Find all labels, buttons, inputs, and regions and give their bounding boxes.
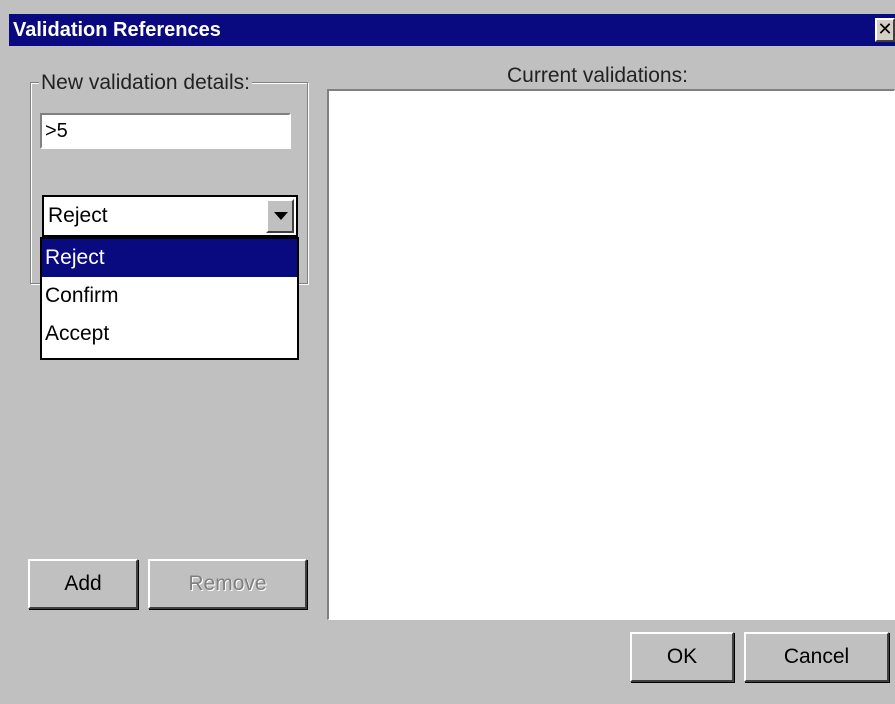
close-button[interactable]: ✕ [875, 18, 895, 42]
validation-expression-input[interactable] [40, 113, 291, 149]
current-validations-label: Current validations: [507, 64, 688, 87]
action-dropdown-list: Reject Confirm Accept [40, 237, 299, 360]
remove-button[interactable]: Remove [148, 559, 307, 609]
chevron-down-icon [274, 212, 288, 220]
action-select-toggle[interactable] [266, 199, 294, 233]
action-select-value: Reject [48, 204, 108, 227]
window-title: Validation References [13, 19, 221, 41]
cancel-button[interactable]: Cancel [744, 632, 889, 682]
close-icon: ✕ [877, 19, 893, 39]
dialog-body: New validation details: Reject Reject Co… [9, 47, 895, 704]
validation-references-dialog: Validation References ✕ New validation d… [0, 0, 895, 704]
action-select[interactable]: Reject [42, 195, 298, 237]
ok-button[interactable]: OK [630, 632, 734, 682]
add-button[interactable]: Add [28, 559, 138, 609]
dropdown-option-reject[interactable]: Reject [42, 239, 297, 277]
current-validations-list[interactable] [327, 89, 895, 620]
new-validation-legend: New validation details: [39, 71, 252, 95]
dropdown-option-accept[interactable]: Accept [42, 315, 297, 353]
title-bar[interactable]: Validation References ✕ [9, 14, 895, 46]
dropdown-option-confirm[interactable]: Confirm [42, 277, 297, 315]
